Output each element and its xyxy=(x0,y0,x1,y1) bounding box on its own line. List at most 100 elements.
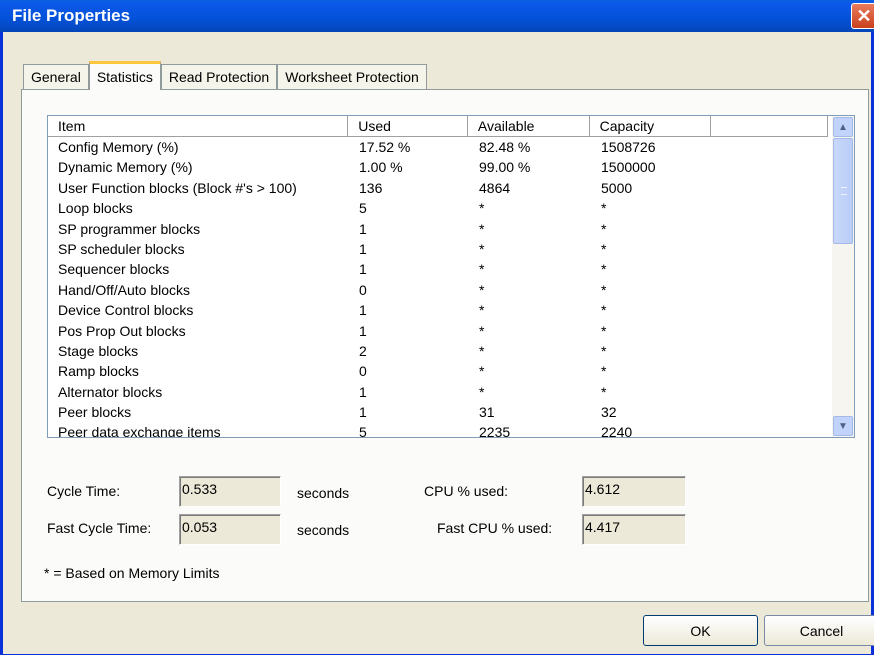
column-header-used[interactable]: Used xyxy=(348,116,468,137)
capacity-cell: * xyxy=(601,302,607,319)
cycle-time-label: Cycle Time: xyxy=(47,483,121,499)
used-cell: 1 xyxy=(359,220,367,237)
available-cell: * xyxy=(479,302,485,319)
capacity-cell: * xyxy=(601,220,607,237)
table-row[interactable]: SP programmer blocks 1 * * xyxy=(48,220,828,240)
used-cell: 5 xyxy=(359,200,367,217)
tab-read-protection[interactable]: Read Protection xyxy=(160,64,278,89)
available-cell: * xyxy=(479,240,485,257)
list-header: Item Used Available Capacity xyxy=(48,116,828,137)
table-row[interactable]: Dynamic Memory (%) 1.00 % 99.00 % 1500000 xyxy=(48,158,828,178)
available-cell: * xyxy=(479,200,485,217)
item-cell: Config Memory (%) xyxy=(58,139,179,155)
item-cell: Dynamic Memory (%) xyxy=(58,159,193,176)
available-cell: * xyxy=(479,383,485,400)
fast-cycle-time-field: 0.053 xyxy=(179,514,281,545)
cycle-time-unit: seconds xyxy=(297,485,350,501)
capacity-cell: 1500000 xyxy=(601,159,656,176)
available-cell: * xyxy=(479,220,485,237)
item-cell: Peer blocks xyxy=(58,404,132,421)
capacity-cell: 5000 xyxy=(601,179,633,196)
fast-cycle-time-label: Fast Cycle Time: xyxy=(47,520,152,536)
used-cell: 1 xyxy=(359,322,367,339)
used-cell: 1 xyxy=(359,302,367,319)
used-cell: 0 xyxy=(359,281,367,298)
used-cell: 1 xyxy=(359,404,367,421)
table-row[interactable]: Peer data exchange items 5 2235 2240 xyxy=(48,423,828,438)
item-cell: Device Control blocks xyxy=(58,302,194,319)
table-row[interactable]: Loop blocks 5 * * xyxy=(48,199,828,219)
available-cell: * xyxy=(479,322,485,339)
capacity-cell: * xyxy=(601,322,607,339)
statistics-panel: Item Used Available Capacity Config Memo… xyxy=(21,89,869,602)
table-row[interactable]: Hand/Off/Auto blocks 0 * * xyxy=(48,281,828,301)
item-cell: Loop blocks xyxy=(58,200,133,217)
tab-statistics[interactable]: Statistics xyxy=(88,61,161,90)
available-cell: * xyxy=(479,281,485,298)
table-row[interactable]: Ramp blocks 0 * * xyxy=(48,362,828,382)
capacity-cell: * xyxy=(601,261,607,278)
capacity-cell: * xyxy=(601,363,607,380)
used-cell: 2 xyxy=(359,342,367,359)
used-cell: 5 xyxy=(359,424,367,438)
tab-strip: General Statistics Read Protection Works… xyxy=(23,61,427,90)
table-row[interactable]: Alternator blocks 1 * * xyxy=(48,383,828,403)
vertical-scrollbar[interactable]: ▲ ▼ xyxy=(832,116,854,437)
table-row[interactable]: Device Control blocks 1 * * xyxy=(48,301,828,321)
tab-worksheet-protection[interactable]: Worksheet Protection xyxy=(277,64,427,89)
capacity-cell: * xyxy=(601,200,607,217)
item-cell: SP programmer blocks xyxy=(58,220,201,237)
fast-cpu-used-label: Fast CPU % used: xyxy=(437,520,553,536)
available-cell: * xyxy=(479,261,485,278)
capacity-cell: 1508726 xyxy=(601,139,656,155)
cancel-button[interactable]: Cancel xyxy=(764,615,874,646)
window-title: File Properties xyxy=(12,6,131,25)
statistics-list[interactable]: Item Used Available Capacity Config Memo… xyxy=(47,115,855,438)
item-cell: SP scheduler blocks xyxy=(58,240,185,257)
table-row[interactable]: Stage blocks 2 * * xyxy=(48,342,828,362)
fast-cpu-used-field: 4.417 xyxy=(582,514,686,545)
file-properties-dialog: File Properties ✕ General Statistics Rea… xyxy=(0,0,874,655)
memory-limits-footnote: * = Based on Memory Limits xyxy=(44,565,220,581)
fast-cycle-time-unit: seconds xyxy=(297,522,350,538)
cpu-used-label: CPU % used: xyxy=(424,483,509,499)
item-cell: Peer data exchange items xyxy=(58,424,221,438)
used-cell: 1 xyxy=(359,383,367,400)
item-cell: Alternator blocks xyxy=(58,383,163,400)
item-cell: Sequencer blocks xyxy=(58,261,170,278)
used-cell: 17.52 % xyxy=(359,139,411,155)
table-row[interactable]: User Function blocks (Block #'s > 100) 13… xyxy=(48,179,828,199)
capacity-cell: 2240 xyxy=(601,424,633,438)
used-cell: 136 xyxy=(359,179,383,196)
table-row[interactable]: Sequencer blocks 1 * * xyxy=(48,260,828,280)
available-cell: 2235 xyxy=(479,424,511,438)
available-cell: * xyxy=(479,363,485,380)
item-cell: Stage blocks xyxy=(58,342,139,359)
scroll-down-icon[interactable]: ▼ xyxy=(833,416,853,436)
table-row[interactable]: Pos Prop Out blocks 1 * * xyxy=(48,322,828,342)
close-icon[interactable]: ✕ xyxy=(851,3,874,29)
table-row[interactable]: Config Memory (%) 17.52 % 82.48 % 1508726 xyxy=(48,138,828,158)
column-header-capacity[interactable]: Capacity xyxy=(589,116,712,137)
item-cell: Ramp blocks xyxy=(58,363,139,380)
used-cell: 1 xyxy=(359,240,367,257)
item-cell: Pos Prop Out blocks xyxy=(58,322,186,339)
capacity-cell: * xyxy=(601,342,607,359)
ok-button[interactable]: OK xyxy=(643,615,758,646)
table-row[interactable]: Peer blocks 1 31 32 xyxy=(48,403,828,423)
capacity-cell: * xyxy=(601,281,607,298)
column-header-available[interactable]: Available xyxy=(467,116,590,137)
column-header-blank xyxy=(711,116,828,137)
titlebar: File Properties ✕ xyxy=(0,0,874,32)
list-rows: Config Memory (%) 17.52 % 82.48 % 1508726 Dy… xyxy=(48,138,828,438)
cpu-used-field: 4.612 xyxy=(582,476,686,507)
scroll-up-icon[interactable]: ▲ xyxy=(833,117,853,137)
capacity-cell: * xyxy=(601,383,607,400)
used-cell: 1 xyxy=(359,261,367,278)
tab-general[interactable]: General xyxy=(23,64,89,89)
available-cell: * xyxy=(479,342,485,359)
available-cell: 31 xyxy=(479,404,495,421)
table-row[interactable]: SP scheduler blocks 1 * * xyxy=(48,240,828,260)
scrollbar-thumb[interactable] xyxy=(833,138,853,244)
column-header-item[interactable]: Item xyxy=(48,116,349,137)
